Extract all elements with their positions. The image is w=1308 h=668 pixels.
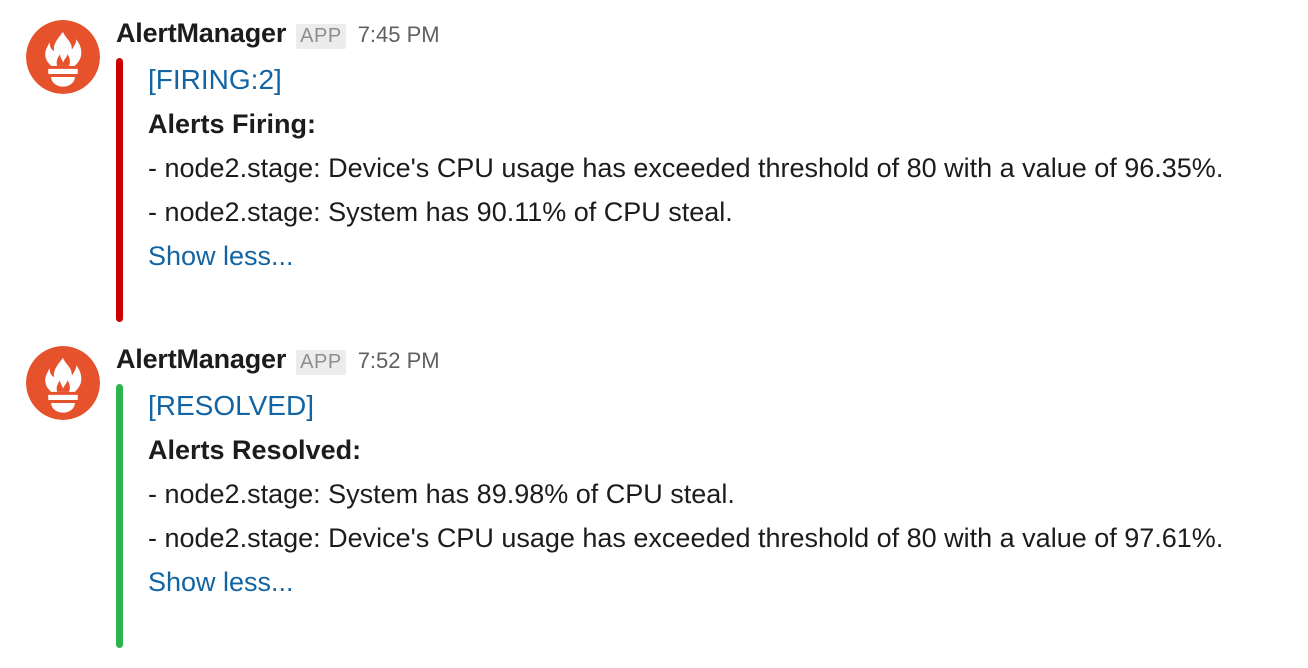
show-less-link[interactable]: Show less...	[148, 560, 1248, 604]
alert-line: - node2.stage: Device's CPU usage has ex…	[148, 523, 1224, 553]
alert-line: - node2.stage: Device's CPU usage has ex…	[148, 153, 1224, 183]
show-less-link[interactable]: Show less...	[148, 234, 1248, 278]
status-color-bar	[116, 58, 123, 322]
alert-heading: Alerts Firing:	[148, 109, 317, 139]
message-header: AlertManager APP 7:45 PM	[116, 18, 440, 60]
message-header: AlertManager APP 7:52 PM	[116, 344, 440, 386]
timestamp[interactable]: 7:52 PM	[358, 348, 440, 374]
app-badge: APP	[296, 24, 346, 49]
attachment-content: [FIRING:2] Alerts Firing: - node2.stage:…	[148, 58, 1248, 278]
prometheus-logo-icon[interactable]	[26, 346, 100, 420]
sender-name[interactable]: AlertManager	[116, 18, 286, 49]
attachment-content: [RESOLVED] Alerts Resolved: - node2.stag…	[148, 384, 1248, 604]
sender-name[interactable]: AlertManager	[116, 344, 286, 375]
timestamp[interactable]: 7:45 PM	[358, 22, 440, 48]
alert-heading: Alerts Resolved:	[148, 435, 362, 465]
alert-line: - node2.stage: System has 89.98% of CPU …	[148, 479, 735, 509]
app-badge: APP	[296, 350, 346, 375]
alert-title-link[interactable]: [RESOLVED]	[148, 384, 1248, 428]
alert-line: - node2.stage: System has 90.11% of CPU …	[148, 197, 733, 227]
status-color-bar	[116, 384, 123, 648]
alert-title-link[interactable]: [FIRING:2]	[148, 58, 1248, 102]
prometheus-logo-icon[interactable]	[26, 20, 100, 94]
